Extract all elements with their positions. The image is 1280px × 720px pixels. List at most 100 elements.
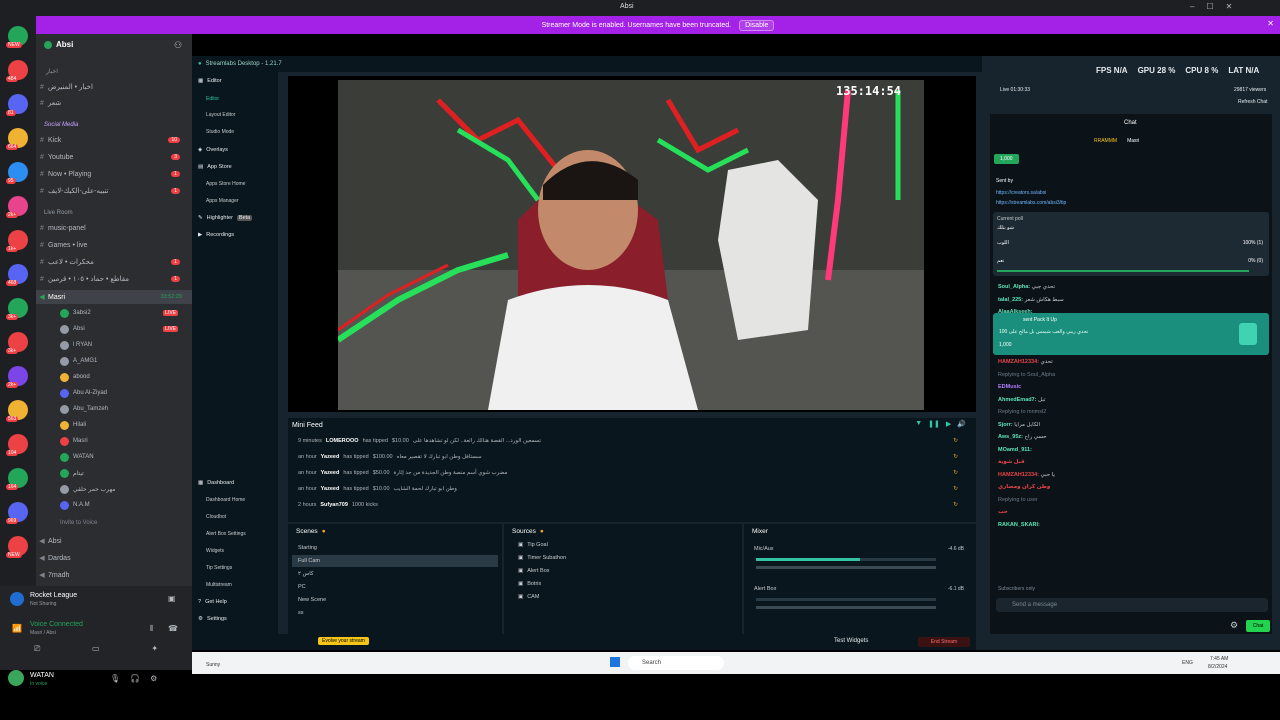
chat-username[interactable]: HAMZAH12334: <box>998 472 1040 478</box>
chat-username[interactable]: AhmedEmad7: <box>998 397 1038 403</box>
scene-item[interactable]: New Scene <box>292 594 498 606</box>
voice-user[interactable]: Absi LIVE <box>60 322 190 336</box>
chat-send-button[interactable]: Chat <box>1246 620 1270 632</box>
nav-multistream[interactable]: Multistream <box>206 582 232 588</box>
voice-user[interactable]: Masri <box>60 434 190 448</box>
mixer-slider[interactable] <box>756 606 936 609</box>
headphones-icon[interactable]: 🎧 <box>130 674 140 683</box>
nav-dashboard-section[interactable]: ▦ Dashboard <box>198 480 234 486</box>
mixer-slider[interactable] <box>756 566 936 569</box>
source-item[interactable]: ▣ CAM <box>518 594 539 600</box>
tip-link-2[interactable]: https://streamlabs.com/absi3/tip <box>996 200 1066 206</box>
voice-user[interactable]: Abu Al-Ziyad <box>60 386 190 400</box>
tip-link-1[interactable]: https://creators.sa/absi <box>996 190 1046 196</box>
channel-item[interactable]: # اخبار • المنيرض <box>36 80 192 94</box>
voice-user[interactable]: Abu_Tamzeh <box>60 402 190 416</box>
scene-item[interactable]: ss <box>292 607 498 619</box>
nav-dashboard-home[interactable]: Dashboard Home <box>206 497 245 503</box>
scene-item[interactable]: Full Cam <box>292 555 498 567</box>
nav-studio-mode[interactable]: Studio Mode <box>206 129 234 135</box>
nav-layout-editor[interactable]: Layout Editor <box>206 112 235 118</box>
pinned-user[interactable]: RRAMMM <box>1094 138 1117 144</box>
source-item[interactable]: ▣ Timer Subathon <box>518 555 566 561</box>
camera-icon[interactable]: ⎚ <box>34 644 40 656</box>
nav-highlighter[interactable]: ✎ Highlighter Beta <box>198 215 253 221</box>
channel-games-live[interactable]: # Games • live <box>36 238 192 252</box>
voice-user[interactable]: مهرب حمر حلقي <box>60 482 190 496</box>
chat-username[interactable]: Soul_Alpha: <box>998 284 1032 290</box>
replay-icon[interactable]: ↻ <box>953 486 958 492</box>
chat-username[interactable]: HAMZAH12334: <box>998 359 1040 365</box>
voice-channel-item[interactable]: ◀ Dardas <box>36 551 192 565</box>
scene-item[interactable]: PC <box>292 581 498 593</box>
nav-widgets[interactable]: Widgets <box>206 548 224 554</box>
test-widgets-button[interactable]: Test Widgets <box>834 638 868 644</box>
scenes-help-icon[interactable]: ● <box>322 528 326 535</box>
channel-item[interactable]: # شعر <box>36 96 192 110</box>
voice-user[interactable]: 3absi2 LIVE <box>60 306 190 320</box>
channel-item[interactable]: # محكرات • لاعب 1 <box>36 255 192 269</box>
nav-apps-store-home[interactable]: Apps Store Home <box>206 181 245 187</box>
source-item[interactable]: ▣ Alert Box <box>518 568 550 574</box>
close-banner-icon[interactable]: ✕ <box>1267 19 1274 28</box>
screen-icon[interactable]: ▭ <box>92 644 100 656</box>
nav-get-help[interactable]: ? Get Help <box>198 599 227 605</box>
filter-icon[interactable]: ▼ <box>915 420 922 428</box>
nav-overlays[interactable]: ◈ Overlays <box>198 147 228 153</box>
category-live-room[interactable]: Live Room <box>44 210 73 216</box>
refresh-chat-button[interactable]: Refresh Chat <box>1238 99 1267 105</box>
skip-icon[interactable]: ▶ <box>946 420 951 428</box>
nav-recordings[interactable]: ▶ Recordings <box>198 232 234 238</box>
taskbar-search[interactable]: Search <box>628 656 724 670</box>
sources-help-icon[interactable]: ● <box>540 528 544 535</box>
chat-settings-icon[interactable]: ⚙ <box>1230 620 1238 631</box>
voice-connected-label[interactable]: Voice Connected <box>30 621 83 628</box>
maximize-icon[interactable]: ☐ <box>1206 2 1213 14</box>
nav-tip-settings[interactable]: Tip Settings <box>206 565 232 571</box>
category-top[interactable]: اخبار <box>46 68 58 75</box>
voice-user[interactable]: A_AMG1 <box>60 354 190 368</box>
voice-channel-item[interactable]: ◀ Absi <box>36 534 192 548</box>
channel-item[interactable]: # مقاطع • حماد • ١٠٥ • قرمين 1 <box>36 272 192 286</box>
voice-channel-masri[interactable]: ◀ Masri 33:52:29 <box>36 290 192 304</box>
nav-cloudbot[interactable]: Cloudbot <box>206 514 226 520</box>
voice-user[interactable]: Hilali <box>60 418 190 432</box>
nav-app-store-section[interactable]: ▤ App Store <box>198 164 232 170</box>
user-settings-icon[interactable]: ⚙ <box>150 674 157 683</box>
channel-now-playing[interactable]: # Now • Playing 1 <box>36 167 192 181</box>
scene-item[interactable]: Starting <box>292 542 498 554</box>
screen-share-icon[interactable]: ▣ <box>168 594 176 603</box>
replay-icon[interactable]: ↻ <box>953 438 958 444</box>
voice-channel-item[interactable]: ◀ 7madh <box>36 568 192 582</box>
channel-kick-live-alert[interactable]: # تنبيه-على-الكيك-لايف 1 <box>36 184 192 198</box>
chat-username[interactable]: Sjorr: <box>998 422 1014 428</box>
add-friend-icon[interactable]: ⚇ <box>174 40 182 51</box>
voice-user[interactable]: l RYAN <box>60 338 190 352</box>
replay-icon[interactable]: ↻ <box>953 454 958 460</box>
replay-icon[interactable]: ↻ <box>953 502 958 508</box>
scene-item[interactable]: كاس ٢ <box>292 568 498 580</box>
channel-music-panel[interactable]: # music-panel <box>36 221 192 235</box>
invite-to-voice[interactable]: Invite to Voice <box>60 516 97 530</box>
voice-user[interactable]: تيتام <box>60 466 190 480</box>
disable-streamer-mode-button[interactable]: Disable <box>739 19 775 31</box>
chat-username[interactable]: MOamd_911: <box>998 447 1032 453</box>
activity-icon[interactable]: ✦ <box>151 644 158 656</box>
category-social-media[interactable]: Social Media <box>44 122 78 128</box>
mic-icon[interactable]: 🎙 <box>110 674 120 683</box>
voice-user[interactable]: N.A.M <box>60 498 190 512</box>
end-stream-button[interactable]: End Stream <box>918 637 970 647</box>
nav-editor-section[interactable]: ▦ Editor <box>198 78 222 84</box>
chat-input[interactable]: Send a message <box>996 598 1268 612</box>
voice-user[interactable]: WATAN <box>60 450 190 464</box>
mute-icon[interactable]: 🔊 <box>957 420 966 428</box>
source-item[interactable]: ▣ Botrix <box>518 581 541 587</box>
noise-icon[interactable]: ⫴ <box>150 624 153 634</box>
nav-alert-box-settings[interactable]: Alert Box Settings <box>206 531 246 537</box>
pinned-user[interactable]: Masri <box>1127 138 1139 144</box>
disconnect-icon[interactable]: ☎ <box>168 624 178 633</box>
chat-username[interactable]: RAKAN_SKARI: <box>998 522 1040 528</box>
channel-kick[interactable]: # Kick 10 <box>36 133 192 147</box>
source-item[interactable]: ▣ Tip Goal <box>518 542 548 548</box>
minimize-icon[interactable]: – <box>1190 2 1194 14</box>
